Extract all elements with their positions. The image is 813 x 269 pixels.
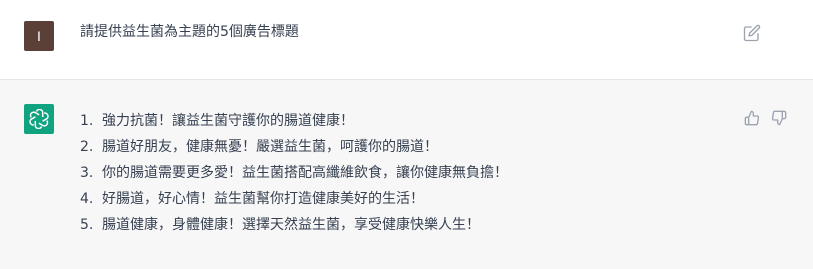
thumbs-up-button[interactable]: [744, 110, 760, 126]
user-message-row: I 請提供益生菌為主題的5個廣告標題: [0, 0, 813, 80]
list-item: 2. 腸道好朋友，健康無憂！嚴選益生菌，呵護你的腸道！: [80, 134, 508, 160]
list-item-number: 2.: [80, 139, 94, 155]
list-item-number: 3.: [80, 165, 94, 181]
assistant-message-row: 1. 強力抗菌！讓益生菌守護你的腸道健康！ 2. 腸道好朋友，健康無憂！嚴選益生菌，…: [0, 80, 813, 269]
list-item: 5. 腸道健康，身體健康！選擇天然益生菌，享受健康快樂人生！: [80, 212, 508, 238]
list-item-text: 你的腸道需要更多愛！益生菌搭配高纖維飲食，讓你健康無負擔！: [102, 165, 508, 181]
answer-list: 1. 強力抗菌！讓益生菌守護你的腸道健康！ 2. 腸道好朋友，健康無憂！嚴選益生菌，…: [80, 108, 508, 238]
assistant-avatar: [24, 104, 54, 134]
list-item-text: 腸道健康，身體健康！選擇天然益生菌，享受健康快樂人生！: [102, 217, 480, 233]
list-item-number: 5.: [80, 217, 94, 233]
list-item-text: 腸道好朋友，健康無憂！嚴選益生菌，呵護你的腸道！: [102, 139, 438, 155]
thumbs-down-icon: [771, 110, 787, 126]
thumbs-down-button[interactable]: [771, 110, 787, 126]
list-item-text: 強力抗菌！讓益生菌守護你的腸道健康！: [102, 113, 354, 129]
edit-message-button[interactable]: [743, 24, 761, 42]
thumbs-up-icon: [744, 110, 760, 126]
list-item-number: 1.: [80, 113, 94, 129]
edit-icon: [743, 24, 761, 42]
chat-page: I 請提供益生菌為主題的5個廣告標題 1. 強力抗菌！讓益生菌守護你的腸道健康！…: [0, 0, 813, 269]
list-item-text: 好腸道，好心情！益生菌幫你打造健康美好的生活！: [102, 191, 424, 207]
list-item: 1. 強力抗菌！讓益生菌守護你的腸道健康！: [80, 108, 508, 134]
list-item-number: 4.: [80, 191, 94, 207]
list-item: 3. 你的腸道需要更多愛！益生菌搭配高纖維飲食，讓你健康無負擔！: [80, 160, 508, 186]
user-message-text: 請提供益生菌為主題的5個廣告標題: [80, 24, 299, 40]
list-item: 4. 好腸道，好心情！益生菌幫你打造健康美好的生活！: [80, 186, 508, 212]
user-avatar: I: [24, 21, 54, 51]
openai-logo-icon: [29, 109, 49, 129]
